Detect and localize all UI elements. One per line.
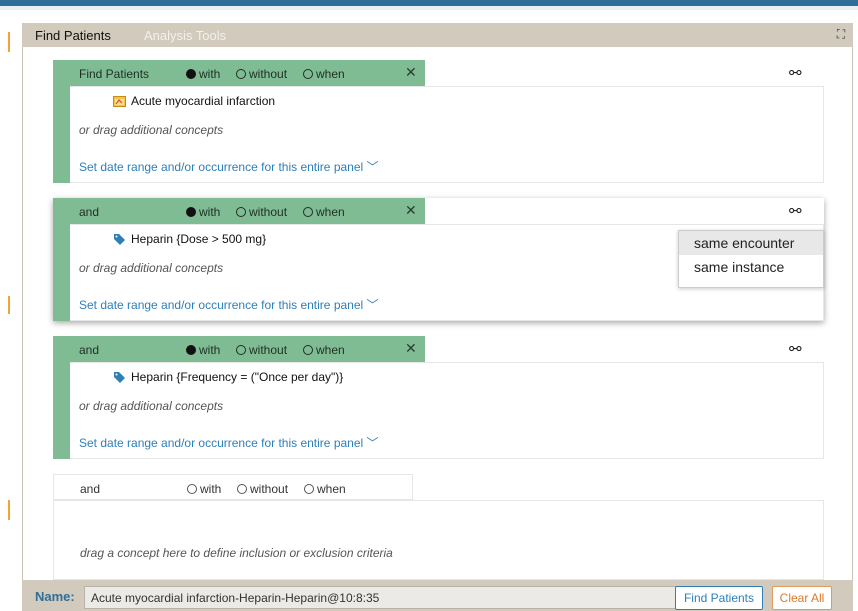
close-icon[interactable]: ✕ <box>405 64 417 81</box>
radio-icon[interactable] <box>237 484 247 494</box>
radio-icon[interactable] <box>303 345 313 355</box>
link-panels-icon[interactable]: ⚯ <box>789 340 802 358</box>
radio-icon[interactable] <box>236 69 246 79</box>
option-without-label: without <box>249 343 288 357</box>
tab-bar: Find Patients Analysis Tools ⛶ <box>22 23 853 47</box>
panel-header: and with without when ✕ <box>53 336 425 362</box>
top-accent-underline <box>0 6 858 10</box>
close-icon[interactable]: ✕ <box>405 340 417 357</box>
concept-item[interactable]: Heparin {Dose > 500 mg} <box>113 232 266 246</box>
option-when-label: when <box>316 343 345 357</box>
concept-label: Heparin {Frequency = ("Once per day")} <box>131 370 344 384</box>
dropdown-item-same-encounter[interactable]: same encounter <box>679 231 823 255</box>
link-panels-icon[interactable]: ⚯ <box>789 64 802 82</box>
query-name-input[interactable] <box>84 586 678 609</box>
option-with[interactable]: with <box>186 343 220 357</box>
panel-stripe <box>53 362 70 459</box>
option-without-label: without <box>250 482 289 496</box>
radio-icon[interactable] <box>303 207 313 217</box>
close-icon[interactable]: ✕ <box>405 202 417 219</box>
drag-hint: or drag additional concepts <box>79 399 224 413</box>
panel-header: and with without when ✕ <box>53 198 425 224</box>
option-when-label: when <box>317 482 346 496</box>
left-edge-marker <box>8 32 10 52</box>
clear-all-button[interactable]: Clear All <box>772 586 832 610</box>
option-with-label: with <box>200 482 222 496</box>
radio-selected-icon[interactable] <box>186 207 196 217</box>
find-patients-button[interactable]: Find Patients <box>675 586 763 610</box>
panel-operator-label: and <box>79 205 100 219</box>
date-range-link[interactable]: Set date range and/or occurrence for thi… <box>79 158 379 175</box>
left-edge-marker <box>8 500 10 520</box>
option-without[interactable]: without <box>236 67 287 81</box>
option-with[interactable]: with <box>186 205 220 219</box>
option-without[interactable]: without <box>237 482 288 496</box>
dropzone-hint: drag a concept here to define inclusion … <box>80 546 393 560</box>
link-options-dropdown: same encounter same instance <box>678 230 824 288</box>
tag-icon <box>114 234 125 245</box>
query-panel-1: Find Patients with without when ✕ Acute … <box>53 60 824 183</box>
option-when[interactable]: when <box>303 205 345 219</box>
radio-icon[interactable] <box>304 484 314 494</box>
left-edge-marker <box>8 296 10 314</box>
radio-icon[interactable] <box>303 69 313 79</box>
panel-body[interactable]: Heparin {Frequency = ("Once per day")} o… <box>70 362 824 459</box>
chevron-down-icon: ﹀ <box>366 298 379 312</box>
empty-panel-header: and with without when <box>53 474 413 500</box>
panel-operator-label: and <box>80 482 101 496</box>
concept-item[interactable]: Acute myocardial infarction <box>113 94 275 108</box>
query-name-bar: Name: Find Patients Clear All <box>22 580 853 611</box>
empty-panel-dropzone[interactable]: drag a concept here to define inclusion … <box>53 500 824 580</box>
panel-operator-label: and <box>79 343 100 357</box>
option-when-label: when <box>316 205 345 219</box>
option-without-label: without <box>249 205 288 219</box>
tab-find-patients[interactable]: Find Patients <box>35 28 111 43</box>
chevron-down-icon: ﹀ <box>366 160 379 174</box>
date-range-link[interactable]: Set date range and/or occurrence for thi… <box>79 434 379 451</box>
tab-analysis-tools[interactable]: Analysis Tools <box>144 28 226 43</box>
panel-operator-label: Find Patients <box>79 67 150 81</box>
option-with[interactable]: with <box>186 67 220 81</box>
option-when[interactable]: when <box>304 482 346 496</box>
concept-label: Heparin {Dose > 500 mg} <box>131 232 267 246</box>
option-with-label: with <box>199 205 221 219</box>
maximize-icon[interactable]: ⛶ <box>833 26 849 42</box>
option-when[interactable]: when <box>303 67 345 81</box>
tag-icon <box>114 372 125 383</box>
query-panel-3: and with without when ✕ Heparin {Frequen… <box>53 336 824 459</box>
radio-selected-icon[interactable] <box>186 345 196 355</box>
radio-selected-icon[interactable] <box>186 69 196 79</box>
radio-icon[interactable] <box>187 484 197 494</box>
dropdown-item-same-instance[interactable]: same instance <box>679 255 823 279</box>
panel-stripe <box>53 224 70 321</box>
radio-icon[interactable] <box>236 345 246 355</box>
option-with-label: with <box>199 343 221 357</box>
name-label: Name: <box>35 589 75 604</box>
option-when[interactable]: when <box>303 343 345 357</box>
folder-icon <box>113 96 126 107</box>
date-range-link-text: Set date range and/or occurrence for thi… <box>79 298 364 312</box>
option-without[interactable]: without <box>236 205 287 219</box>
date-range-link-text: Set date range and/or occurrence for thi… <box>79 160 364 174</box>
date-range-link[interactable]: Set date range and/or occurrence for thi… <box>79 296 379 313</box>
link-panels-icon[interactable]: ⚯ <box>789 202 802 220</box>
date-range-link-text: Set date range and/or occurrence for thi… <box>79 436 364 450</box>
panel-body[interactable]: Acute myocardial infarction or drag addi… <box>70 86 824 183</box>
chevron-down-icon: ﹀ <box>366 436 379 450</box>
concept-label: Acute myocardial infarction <box>131 94 276 108</box>
option-with-label: with <box>199 67 221 81</box>
drag-hint: or drag additional concepts <box>79 261 224 275</box>
panel-header: Find Patients with without when ✕ <box>53 60 425 86</box>
option-without-label: without <box>249 67 288 81</box>
drag-hint: or drag additional concepts <box>79 123 224 137</box>
radio-icon[interactable] <box>236 207 246 217</box>
panel-stripe <box>53 86 70 183</box>
option-when-label: when <box>316 67 345 81</box>
option-without[interactable]: without <box>236 343 287 357</box>
concept-item[interactable]: Heparin {Frequency = ("Once per day")} <box>113 370 343 384</box>
option-with[interactable]: with <box>187 482 221 496</box>
